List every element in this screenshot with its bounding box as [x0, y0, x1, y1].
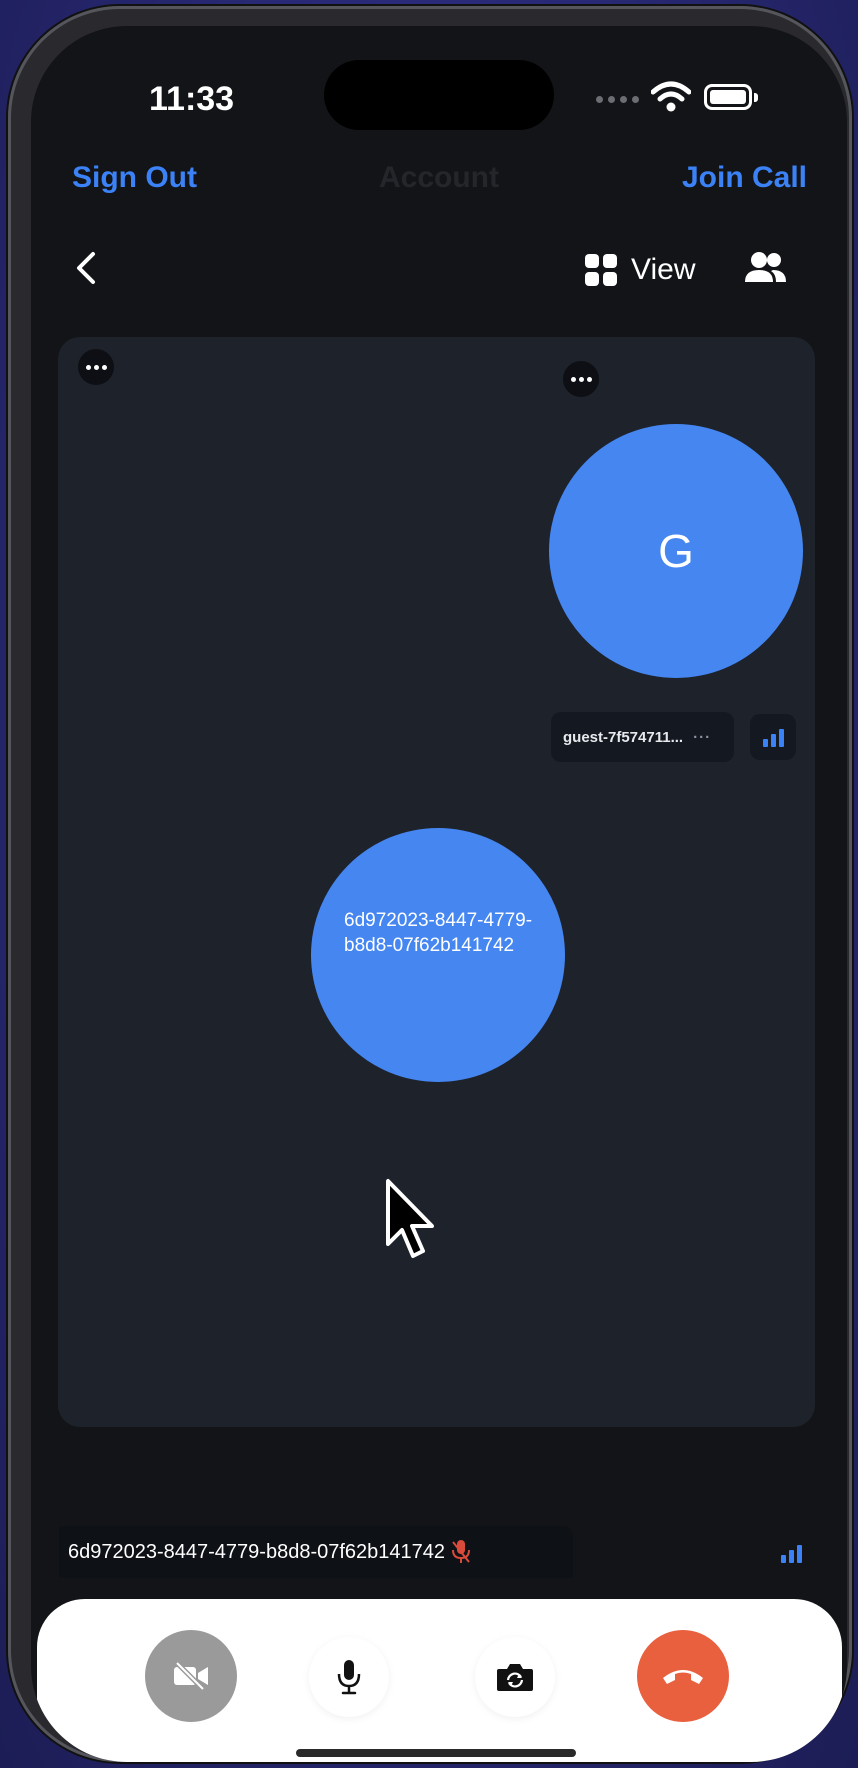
toggle-video-button[interactable]: [145, 1630, 237, 1722]
call-controls-bar: [37, 1599, 842, 1762]
dynamic-island: [324, 60, 554, 130]
sign-out-button[interactable]: Sign Out: [72, 161, 197, 195]
wifi-icon: [651, 81, 691, 112]
remote-participant-name-tag: guest-7f574711... ···: [551, 712, 734, 762]
join-call-button[interactable]: Join Call: [682, 161, 807, 195]
participants-icon[interactable]: [743, 248, 787, 288]
view-label: View: [631, 253, 696, 286]
cellular-signal-icon: [596, 96, 639, 103]
remote-participant-avatar: G: [549, 424, 803, 678]
remote-participant-name: guest-7f574711...: [563, 728, 684, 746]
back-chevron-icon[interactable]: [71, 248, 101, 288]
local-tile-more-button[interactable]: [78, 349, 114, 385]
view-layout-button[interactable]: View: [585, 250, 695, 290]
grid-layout-icon: [585, 254, 617, 286]
name-tag-menu-icon: ···: [693, 728, 712, 746]
local-participant-name: 6d972023-8447-4779-b8d8-07f62b141742: [68, 1540, 446, 1563]
local-participant-avatar: 6d972023-8447-4779-b8d8-07f62b141742: [311, 828, 565, 1082]
status-time: 11:33: [149, 80, 235, 118]
remote-tile-more-button[interactable]: [563, 361, 599, 397]
end-call-icon: [663, 1670, 703, 1684]
toggle-microphone-button[interactable]: [309, 1637, 389, 1717]
video-off-icon: [174, 1661, 208, 1691]
mouse-cursor-icon: [386, 1179, 434, 1258]
flip-camera-button[interactable]: [475, 1637, 555, 1717]
end-call-button[interactable]: [637, 1630, 729, 1722]
camera-flip-icon: [497, 1664, 533, 1691]
home-indicator: [296, 1749, 576, 1757]
local-participant-name-tag: 6d972023-8447-4779-b8d8-07f62b141742: [59, 1526, 573, 1578]
microphone-icon: [337, 1660, 361, 1695]
battery-icon: [704, 84, 758, 110]
local-network-quality-icon: [768, 1530, 814, 1576]
phone-frame: 11:33 Account Sign Out Join Call View G …: [8, 6, 852, 1762]
mic-muted-icon: [452, 1540, 471, 1563]
app-screen: 11:33 Account Sign Out Join Call View G …: [31, 26, 847, 1762]
network-quality-icon: [750, 714, 796, 760]
